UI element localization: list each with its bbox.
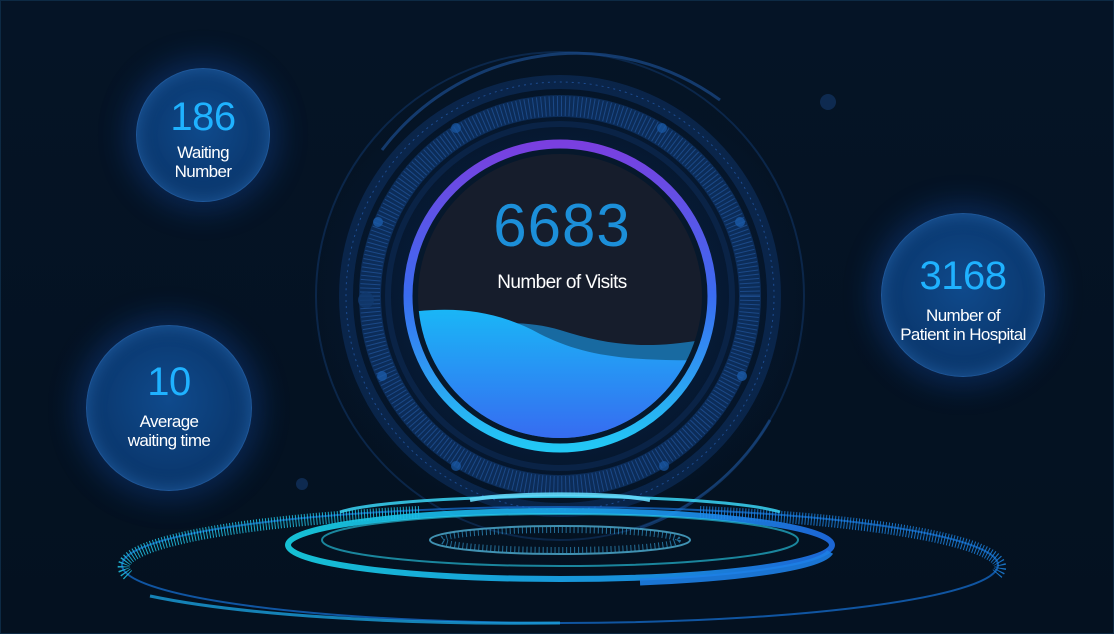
patients-in-hospital-label: Number of Patient in Hospital: [882, 306, 1044, 344]
patients-in-hospital-label-line-1: Number of: [926, 306, 1001, 325]
average-waiting-time-badge: 10 Average waiting time: [86, 325, 252, 491]
average-waiting-time-label: Average waiting time: [87, 412, 251, 450]
patients-in-hospital-label-line-2: Patient in Hospital: [900, 325, 1026, 344]
patients-in-hospital-value: 3168: [919, 254, 1007, 298]
average-waiting-time-value: 10: [147, 360, 191, 404]
dashboard-stage: 6683 Number of Visits 186 Waiting Number…: [0, 0, 1114, 634]
average-waiting-time-label-line-1: Average: [139, 412, 199, 431]
waiting-number-label-line-1: Waiting: [177, 143, 229, 162]
waiting-number-label-line-2: Number: [174, 162, 232, 181]
average-waiting-time-label-line-2: waiting time: [127, 431, 211, 450]
visits-count: 6683: [493, 192, 631, 259]
waiting-number-value: 186: [170, 95, 236, 139]
waiting-number-label: Waiting Number: [137, 143, 269, 181]
visits-label: Number of Visits: [497, 272, 627, 293]
waiting-number-badge: 186 Waiting Number: [136, 68, 270, 202]
patients-in-hospital-badge: 3168 Number of Patient in Hospital: [881, 213, 1045, 377]
